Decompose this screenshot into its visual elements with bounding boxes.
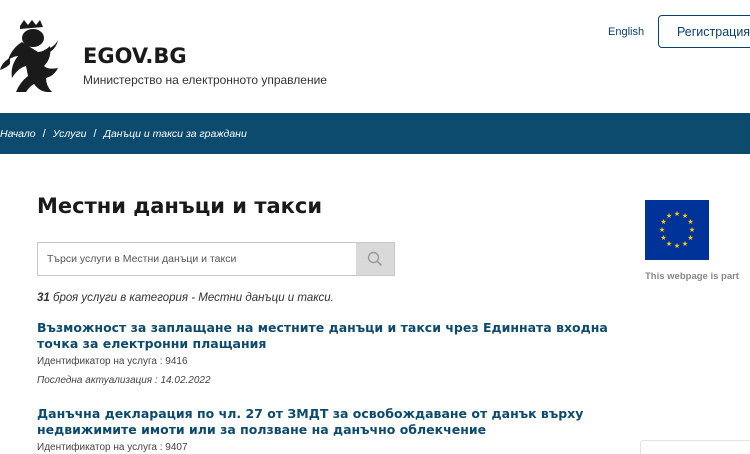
results-count-text: броя услуги в категория - Местни данъци … — [49, 292, 334, 304]
search-icon — [367, 251, 383, 267]
breadcrumb-home[interactable]: Начало — [0, 128, 36, 140]
service-updated-date: Последна актуализация : 14.02.2022 — [37, 375, 211, 386]
breadcrumb-current[interactable]: Данъци и такси за граждани — [104, 128, 247, 140]
english-language-link[interactable]: English — [608, 26, 644, 38]
service-title-link[interactable]: Възможност за заплащане на местните данъ… — [37, 320, 617, 352]
site-header: EGOV.BG Министерство на електронното упр… — [0, 0, 750, 113]
service-id: Идентификатор на услуга : 9416 — [37, 356, 188, 367]
brand-subtitle: Министерство на електронното управление — [83, 73, 327, 87]
svg-text:★: ★ — [687, 218, 693, 226]
svg-text:★: ★ — [687, 234, 693, 242]
svg-text:★: ★ — [682, 240, 688, 248]
results-count-number: 31 — [37, 292, 50, 304]
eu-flag-icon: ★ ★ ★ ★ ★ ★ ★ ★ ★ ★ ★ ★ — [645, 200, 709, 260]
svg-text:★: ★ — [689, 226, 695, 234]
breadcrumb-services[interactable]: Услуги — [53, 128, 87, 140]
brand-title[interactable]: EGOV.BG — [83, 44, 327, 68]
service-item: Възможност за заплащане на местните данъ… — [37, 320, 617, 386]
service-id: Идентификатор на услуга : 9407 — [37, 442, 188, 453]
eu-caption: This webpage is part — [645, 271, 739, 282]
search-box — [37, 242, 395, 276]
search-input[interactable] — [38, 243, 356, 275]
svg-text:★: ★ — [666, 240, 672, 248]
lion-logo-icon[interactable] — [0, 20, 62, 96]
brand: EGOV.BG Министерство на електронното упр… — [83, 44, 327, 87]
svg-text:★: ★ — [674, 210, 680, 218]
page-title: Местни данъци и такси — [37, 194, 323, 218]
eu-stars: ★ ★ ★ ★ ★ ★ ★ ★ ★ ★ ★ ★ — [659, 210, 695, 250]
svg-text:★: ★ — [666, 212, 672, 220]
breadcrumb: Начало / Услуги / Данъци и такси за граж… — [0, 113, 750, 154]
service-item: Данъчна декларация по чл. 27 от ЗМДТ за … — [37, 406, 617, 453]
svg-text:★: ★ — [660, 234, 666, 242]
register-button[interactable]: Регистрация — [658, 15, 750, 48]
svg-text:★: ★ — [674, 242, 680, 250]
search-button[interactable] — [356, 243, 394, 275]
floating-widget[interactable] — [640, 440, 750, 454]
svg-text:★: ★ — [659, 226, 665, 234]
breadcrumb-separator: / — [93, 127, 97, 140]
results-count: 31 броя услуги в категория - Местни данъ… — [37, 292, 334, 304]
service-title-link[interactable]: Данъчна декларация по чл. 27 от ЗМДТ за … — [37, 406, 617, 438]
breadcrumb-separator: / — [42, 127, 46, 140]
